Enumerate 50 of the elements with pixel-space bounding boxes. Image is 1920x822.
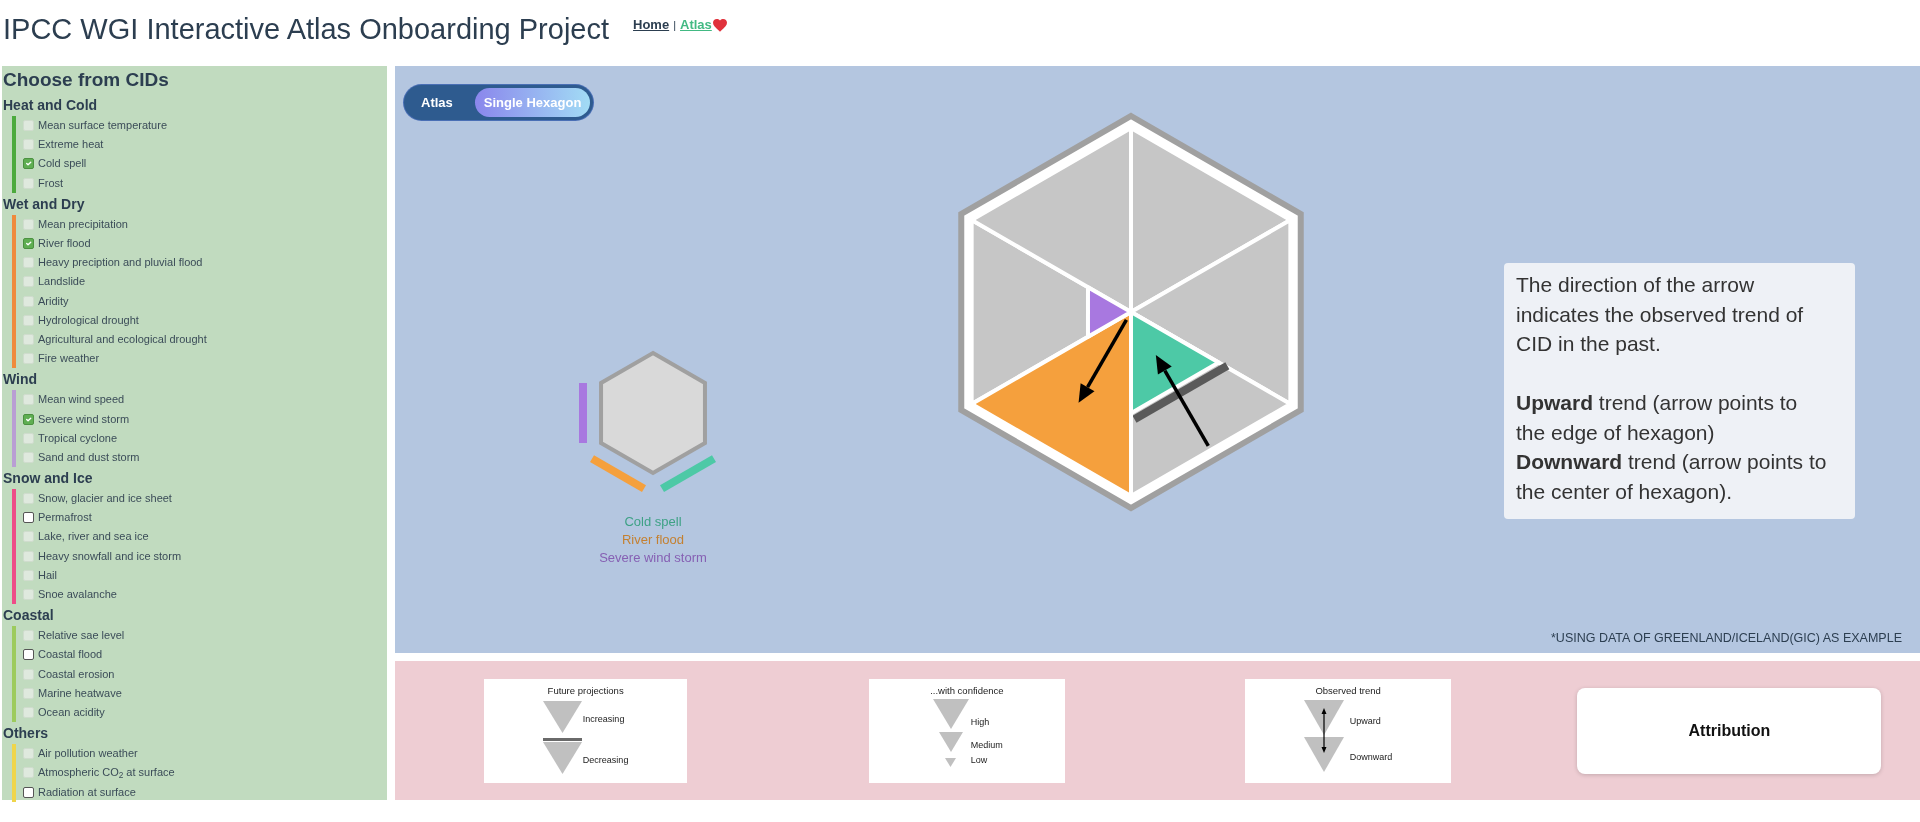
checkbox[interactable] [23,158,34,170]
group-heading: Wet and Dry [3,194,86,214]
attribution-button[interactable]: Attribution [1577,687,1882,774]
legend-label: Increasing [582,713,625,725]
footnote-text: *USING DATA OF GREENLAND/ICELAND(GIC) AS EXAMPLE [1551,631,1902,645]
legend-label: Medium [970,739,1003,751]
legend-label: Low [970,754,988,766]
trend-explanation: Upward trend (arrow points to the edge of hexagon) [1516,390,1799,446]
heart-icon [712,18,727,32]
down-triangle-icon [945,757,957,767]
nav-link[interactable]: Home [633,16,670,34]
cid-legend-label: Severe wind storm [599,549,707,567]
checkbox[interactable] [23,649,34,661]
checkbox-label[interactable]: River flood [38,237,91,251]
cid-legend-label: Cold spell [624,513,682,531]
down-triangle-icon [1303,699,1344,735]
checkbox-label[interactable]: Cold spell [38,157,87,171]
legend-label: High [970,716,990,728]
view-tab[interactable]: Atlas [407,88,475,117]
group-heading: Coastal [3,606,55,626]
legend-title: Observed trend [1315,684,1381,697]
checkbox[interactable] [23,512,34,524]
trend-explanation: Downward trend (arrow points to the center of hexagon). [1516,449,1828,505]
checkbox[interactable] [23,786,34,798]
down-triangle-icon [932,698,969,729]
sidebar-title: Choose from CIDs [3,68,170,92]
nav-separator: | [673,18,676,33]
legend-title: ...with confidence [930,684,1004,697]
down-triangle-icon [1303,736,1344,772]
barred-triangle-icon [543,737,583,774]
group-heading: Heat and Cold [3,96,99,115]
legend-label: Upward [1349,715,1382,727]
down-triangle-icon [938,731,963,752]
checkbox-label[interactable]: Radiation at surface [38,785,136,799]
checkbox-label[interactable]: Severe wind storm [38,412,130,426]
checkbox[interactable] [23,238,34,250]
down-triangle-icon [543,700,583,733]
group-heading: Snow and Ice [3,469,94,488]
explanation-text: The direction of the arrow indicates the observed trend of CID in the past. [1516,272,1805,357]
legend-title: Future projections [547,684,624,697]
legend-label: Downward [1349,751,1393,763]
group-heading: Others [3,724,50,744]
cid-legend-label: River flood [621,531,685,549]
checkbox-label[interactable]: Permafrost [38,511,92,525]
double-arrow-icon [1321,707,1327,753]
page-title: IPCC WGI Interactive Atlas Onboarding Project [3,12,610,47]
checkbox-label[interactable]: Coastal flood [38,648,103,662]
legend-label: Decreasing [582,754,629,766]
checkbox[interactable] [23,413,34,425]
group-heading: Wind [3,370,39,390]
